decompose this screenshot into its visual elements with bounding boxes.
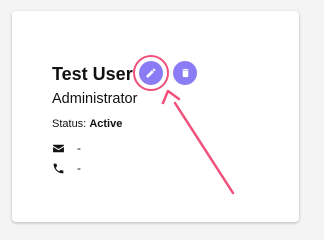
status-label: Status: bbox=[52, 118, 87, 130]
envelope-icon bbox=[53, 144, 64, 152]
user-role: Administrator bbox=[52, 91, 138, 107]
status-value: Active bbox=[89, 118, 123, 130]
trash-icon bbox=[181, 68, 189, 78]
user-status: Status: Active bbox=[52, 118, 122, 130]
email-value: - bbox=[77, 141, 81, 155]
delete-button[interactable] bbox=[173, 61, 197, 85]
user-name: Test User bbox=[52, 64, 133, 84]
phone-value: - bbox=[77, 161, 81, 175]
highlight-ring bbox=[133, 55, 169, 91]
user-card: Test User Administrator Status: Active -… bbox=[12, 11, 299, 222]
phone-icon bbox=[53, 163, 64, 173]
email-row: - bbox=[52, 141, 81, 155]
phone-row: - bbox=[52, 161, 81, 175]
